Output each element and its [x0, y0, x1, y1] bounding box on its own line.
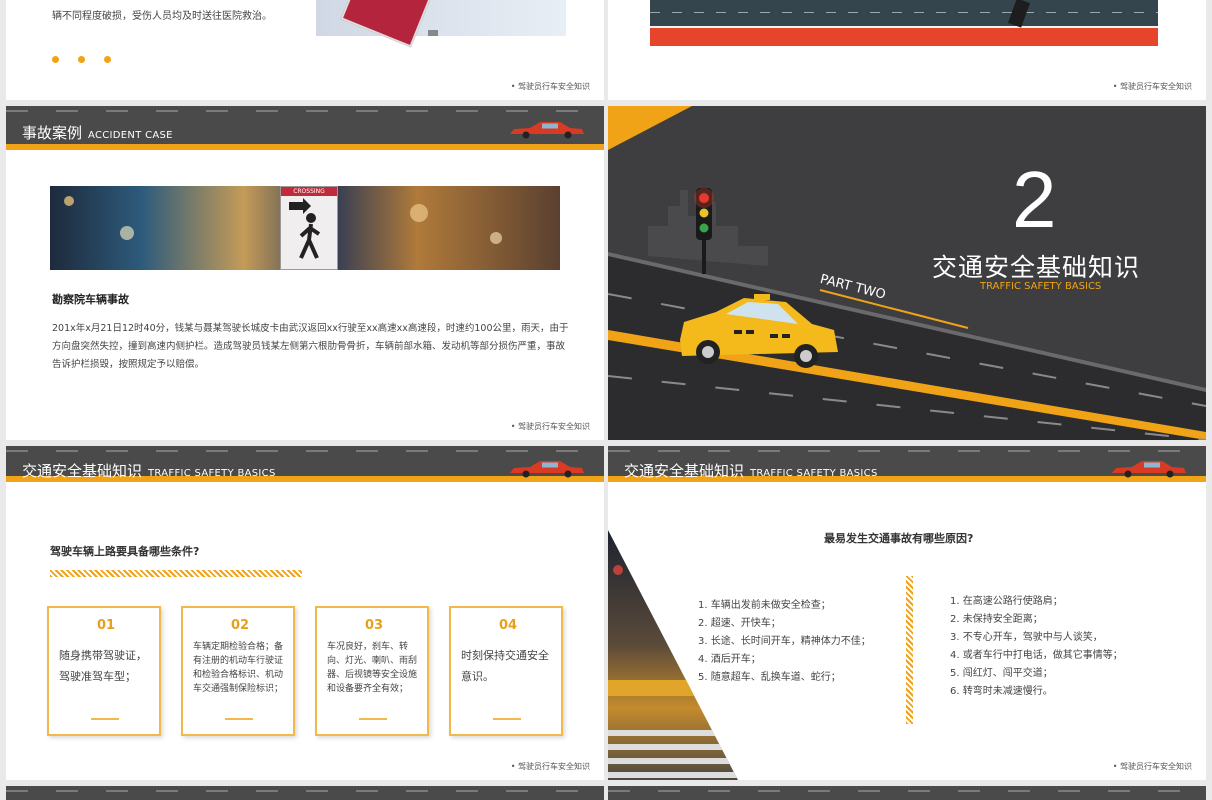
part-title: 交通安全基础知识: [932, 253, 1141, 282]
footer-text: 驾驶员行车安全知识: [1113, 81, 1192, 92]
road-aerial-image: [650, 0, 1158, 46]
slide-header: 交通安全基础知识 TRAFFIC SAFETY BASICS: [608, 446, 1206, 482]
slide-bottom-right-partial[interactable]: [608, 786, 1206, 800]
crossing-sign: CROSSING: [280, 186, 338, 270]
slide-top-left[interactable]: 辆不同程度破损，受伤人员均及时送往医院救治。 驾驶员行车安全知识: [6, 0, 604, 100]
causes-left-list: 1. 车辆出发前未做安全检查； 2. 超速、开快车； 3. 长途、长时间开车，精…: [698, 597, 871, 687]
card-text: 随身携带驾驶证，驾驶准驾车型；: [59, 649, 147, 683]
card-text: 车况良好，刹车、转向、灯光、喇叭、雨刮器、后视镜等安全设施和设备要齐全有效；: [327, 642, 418, 694]
card-text: 车辆定期检验合格；备有注册的机动车行驶证和检验合格标识、机动车交通强制保险标识；: [193, 642, 284, 694]
footer-text: 驾驶员行车安全知识: [511, 81, 590, 92]
list-item: 4. 酒后开车；: [698, 654, 761, 665]
card-text: 时刻保持交通安全意识。: [461, 649, 549, 683]
list-item: 3. 长途、长时间开车，精神体力不佳；: [698, 636, 871, 647]
header-title: 交通安全基础知识 TRAFFIC SAFETY BASICS: [22, 462, 276, 480]
stop-sign-image: [316, 0, 566, 48]
case-body: 201x年x月21日12时40分，钱某与聂某驾驶长城皮卡由武汉返回xx行驶至xx…: [52, 323, 569, 370]
causes-right-list: 1. 在高速公路行使路肩； 2. 未保持安全距离； 3. 不专心开车，驾驶中与人…: [950, 593, 1123, 701]
condition-card: 03 车况良好，刹车、转向、灯光、喇叭、雨刮器、后视镜等安全设施和设备要齐全有效…: [315, 606, 429, 736]
causes-question: 最易发生交通事故有哪些原因?: [824, 532, 974, 545]
list-item: 2. 超速、开快车；: [698, 618, 781, 629]
crosswalk-sign-image: CROSSING: [50, 186, 560, 270]
condition-card: 01 随身携带驾驶证，驾驶准驾车型；: [47, 606, 161, 736]
red-car-icon: [510, 122, 584, 139]
case-title: 勘察院车辆事故: [52, 293, 129, 306]
road-dash-line: [608, 790, 1206, 792]
card-number: 01: [96, 618, 116, 633]
slide-header: 事故案例 ACCIDENT CASE: [6, 106, 604, 150]
hatched-divider: [50, 570, 302, 577]
slide-bottom-left-partial[interactable]: [6, 786, 604, 800]
dot: [78, 56, 86, 63]
red-car-icon: [510, 461, 584, 478]
footer-text: 驾驶员行车安全知识: [511, 421, 590, 432]
slide-top-right[interactable]: 驾驶员行车安全知识: [608, 0, 1206, 100]
dot: [52, 56, 59, 63]
condition-card: 04 时刻保持交通安全意识。: [449, 606, 563, 736]
hatched-separator: [906, 576, 913, 724]
list-item: 3. 不专心开车，驾驶中与人谈笑，: [950, 632, 1103, 643]
slide-accident-case[interactable]: 事故案例 ACCIDENT CASE CROSSING 勘察院车辆事故 201x年…: [6, 106, 604, 440]
list-item: 4. 或者车行中打电话，做其它事情等；: [950, 650, 1123, 661]
road-dash-line: [6, 450, 604, 452]
conditions-question: 驾驶车辆上路要具备哪些条件?: [50, 545, 200, 558]
pagination-dots: [52, 48, 112, 67]
pedestrian-icon: [289, 198, 321, 259]
slide-text: 辆不同程度破损，受伤人员均及时送往医院救治。: [52, 11, 272, 22]
card-underline: [359, 718, 387, 720]
card-underline: [225, 718, 253, 720]
slide-causes[interactable]: 交通安全基础知识 TRAFFIC SAFETY BASICS 最易发生交通事故有哪…: [608, 446, 1206, 780]
list-item: 2. 未保持安全距离；: [950, 614, 1043, 625]
road-dash-line: [6, 110, 604, 112]
list-item: 6. 转弯时未减速慢行。: [950, 686, 1053, 697]
card-number: 04: [498, 618, 518, 633]
slide-header: 交通安全基础知识 TRAFFIC SAFETY BASICS: [6, 446, 604, 482]
footer-text: 驾驶员行车安全知识: [1113, 761, 1192, 772]
card-underline: [493, 718, 521, 720]
taxi-icon: [680, 294, 838, 368]
dot: [104, 56, 112, 63]
header-title: 事故案例 ACCIDENT CASE: [22, 124, 173, 142]
header-title: 交通安全基础知识 TRAFFIC SAFETY BASICS: [624, 462, 878, 480]
card-number: 02: [230, 618, 250, 633]
condition-card: 02 车辆定期检验合格；备有注册的机动车行驶证和检验合格标识、机动车交通强制保险…: [181, 606, 295, 736]
card-number: 03: [364, 618, 384, 633]
list-item: 5. 随意超车、乱换车道、蛇行；: [698, 672, 841, 683]
part-number: 2: [1012, 155, 1057, 244]
slide-conditions[interactable]: 交通安全基础知识 TRAFFIC SAFETY BASICS 驾驶车辆上路要具备哪…: [6, 446, 604, 780]
part-subtitle: TRAFFIC SAFETY BASICS: [980, 281, 1102, 292]
road-dash-line: [608, 450, 1206, 452]
list-item: 5. 闯红灯、闯平交道；: [950, 668, 1053, 679]
crossing-sign-text: CROSSING: [281, 187, 337, 196]
footer-text: 驾驶员行车安全知识: [511, 761, 590, 772]
red-car-icon: [1112, 461, 1186, 478]
list-item: 1. 在高速公路行使路肩；: [950, 596, 1063, 607]
list-item: 1. 车辆出发前未做安全检查；: [698, 600, 831, 611]
slide-part-two[interactable]: 2 交通安全基础知识 TRAFFIC SAFETY BASICS PART TW…: [608, 106, 1206, 440]
road-dash-line: [6, 790, 604, 792]
card-underline: [91, 718, 119, 720]
